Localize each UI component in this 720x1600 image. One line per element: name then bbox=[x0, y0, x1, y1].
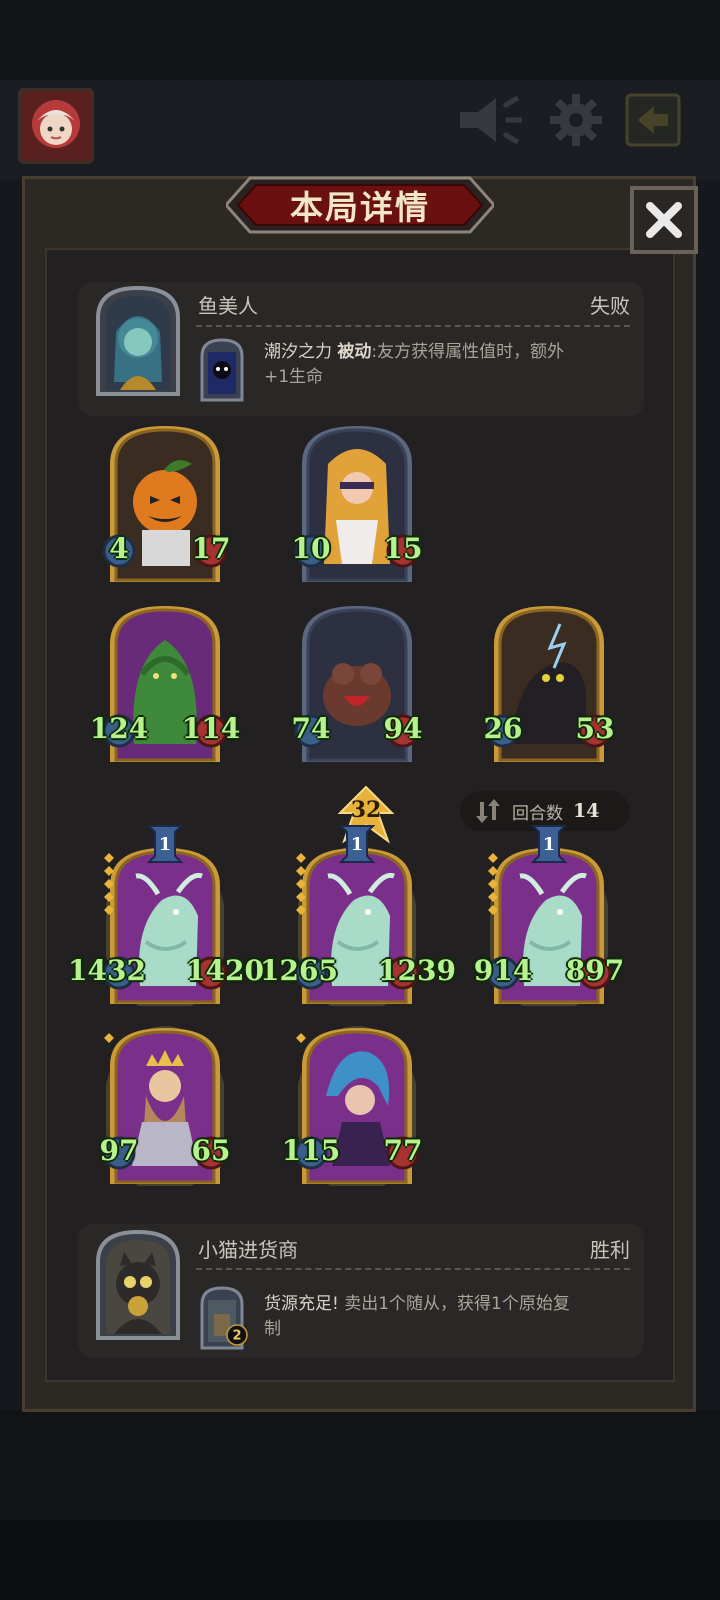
opponent-skill-text: 潮汐之力 被动:友方获得属性值时，额外 +1生命 bbox=[264, 340, 632, 390]
skill-desc: :友方获得属性值时，额外 bbox=[371, 342, 565, 362]
opponent-name: 鱼美人 bbox=[198, 294, 258, 318]
opponent-unit-card[interactable]: 10 15 bbox=[292, 424, 422, 584]
gear-icon[interactable] bbox=[548, 92, 604, 148]
player-result: 胜利 bbox=[590, 1238, 630, 1262]
background-top bbox=[0, 0, 720, 80]
level-value: 1 bbox=[159, 834, 172, 855]
skill-icon bbox=[200, 338, 244, 402]
skill-desc-2: +1生命 bbox=[264, 367, 324, 387]
player-avatar bbox=[96, 1229, 180, 1340]
star-icon bbox=[104, 853, 114, 915]
health-value: 15 bbox=[383, 532, 423, 565]
opponent-avatar bbox=[96, 285, 180, 396]
divider bbox=[196, 325, 630, 327]
top-bar-background bbox=[0, 80, 720, 180]
star-icon bbox=[296, 853, 306, 915]
background-floor bbox=[0, 1520, 720, 1600]
skill-desc: 卖出1个随从，获得1个原始复 bbox=[338, 1294, 570, 1314]
health-value: 94 bbox=[383, 712, 423, 745]
attack-value: 26 bbox=[483, 712, 523, 745]
player-name: 小猫进货商 bbox=[198, 1238, 298, 1262]
page-title: 本局详情 bbox=[290, 188, 430, 227]
skill-type: 被动 bbox=[337, 342, 372, 362]
player-unit-card[interactable]: 1432 1420 1 bbox=[68, 825, 264, 1006]
attack-value: 74 bbox=[291, 712, 331, 745]
level-badge: 1 bbox=[531, 825, 567, 863]
star-icon bbox=[488, 853, 498, 915]
skill-badge: 2 bbox=[226, 1324, 248, 1346]
turn-value: 14 bbox=[573, 800, 600, 822]
upgrade-value: 32 bbox=[350, 797, 382, 823]
attack-value: 4 bbox=[109, 532, 129, 565]
attack-value: 1432 bbox=[68, 954, 146, 987]
health-value: 53 bbox=[575, 712, 615, 745]
attack-value: 914 bbox=[473, 954, 533, 987]
skill-name: 潮汐之力 bbox=[264, 342, 332, 362]
star-icon bbox=[104, 1033, 114, 1043]
skill-badge-value: 2 bbox=[232, 1329, 241, 1344]
skill-desc-2: 制 bbox=[264, 1319, 281, 1339]
health-value: 65 bbox=[191, 1134, 231, 1167]
opponent-unit-card[interactable]: 4 17 bbox=[102, 424, 230, 584]
level-badge: 1 bbox=[339, 825, 375, 863]
divider bbox=[196, 1268, 630, 1270]
level-value: 1 bbox=[351, 834, 364, 855]
close-button[interactable] bbox=[630, 186, 698, 254]
player-unit-card[interactable]: 97 65 bbox=[100, 1026, 230, 1186]
cycle-icon bbox=[476, 799, 500, 823]
attack-value: 115 bbox=[281, 1134, 341, 1167]
opponent-unit-card[interactable]: 124 114 bbox=[90, 604, 240, 764]
skill-name: 货源充足! bbox=[264, 1294, 339, 1314]
attack-value: 1265 bbox=[260, 954, 338, 987]
opponent-result: 失败 bbox=[590, 294, 630, 318]
level-value: 1 bbox=[543, 834, 556, 855]
health-value: 17 bbox=[191, 532, 231, 565]
star-icon bbox=[296, 1033, 306, 1043]
close-icon bbox=[646, 202, 682, 238]
attack-value: 10 bbox=[291, 532, 331, 565]
exit-icon[interactable] bbox=[624, 92, 682, 148]
attack-value: 97 bbox=[99, 1134, 139, 1167]
health-value: 897 bbox=[565, 954, 625, 987]
attack-value: 124 bbox=[89, 712, 149, 745]
opponent-unit-card[interactable]: 26 53 bbox=[484, 604, 614, 764]
player-unit-card[interactable]: 115 77 bbox=[282, 1026, 422, 1186]
megaphone-icon[interactable] bbox=[456, 92, 526, 148]
player-unit-card[interactable]: 914 897 1 bbox=[474, 825, 624, 1006]
player-skill-text: 货源充足! 卖出1个随从，获得1个原始复制 bbox=[264, 1292, 632, 1342]
level-badge: 1 bbox=[147, 825, 183, 863]
opponent-unit-card[interactable]: 74 94 bbox=[292, 604, 422, 764]
turn-label: 回合数 bbox=[512, 803, 563, 824]
health-value: 77 bbox=[383, 1134, 423, 1167]
avatar-icon[interactable] bbox=[18, 88, 94, 164]
health-value: 114 bbox=[181, 712, 241, 745]
health-value: 1239 bbox=[378, 954, 456, 987]
player-unit-card[interactable]: 1265 1239 1 bbox=[260, 825, 456, 1006]
